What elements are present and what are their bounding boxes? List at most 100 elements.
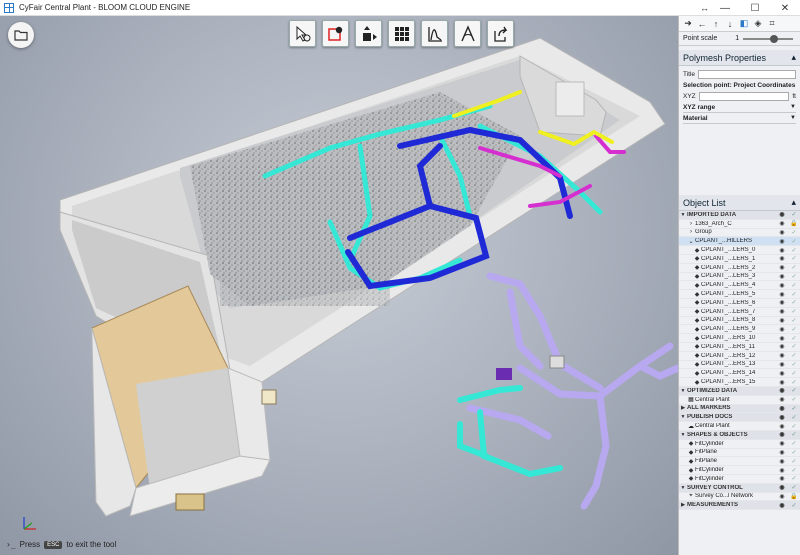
check-icon[interactable]: ✓: [788, 273, 800, 280]
visibility-eye-icon[interactable]: ◉: [776, 352, 788, 359]
check-icon[interactable]: ✓: [788, 502, 800, 509]
object-list-item[interactable]: ☁ Central Plant ◉ ✓: [679, 422, 800, 431]
visibility-eye-icon[interactable]: ◉: [776, 458, 788, 465]
visibility-eye-icon[interactable]: ◉: [776, 326, 788, 333]
visibility-eye-icon[interactable]: ◉: [776, 211, 788, 218]
visibility-eye-icon[interactable]: ◉: [776, 370, 788, 377]
visibility-eye-icon[interactable]: ◉: [776, 291, 788, 298]
object-list-item[interactable]: › Group ◉ ✓: [679, 229, 800, 238]
minimize-button[interactable]: —: [710, 0, 740, 16]
check-icon[interactable]: ✓: [788, 414, 800, 421]
check-icon[interactable]: ✓: [788, 247, 800, 254]
collapse-arrow-icon[interactable]: ▼: [679, 432, 687, 438]
xyz-range-row[interactable]: XYZ range ▼: [683, 102, 796, 113]
object-group-header[interactable]: ▼ SURVEY CONTROL ◉ ✓: [679, 483, 800, 493]
object-list-item[interactable]: ◆ FitCylinder ◉ ✓: [679, 466, 800, 475]
visibility-eye-icon[interactable]: ◉: [776, 484, 788, 491]
visibility-eye-icon[interactable]: ◉: [776, 335, 788, 342]
check-icon[interactable]: ✓: [788, 299, 800, 306]
crop-icon[interactable]: ⌗: [766, 18, 778, 30]
visibility-eye-icon[interactable]: ◉: [776, 414, 788, 421]
check-icon[interactable]: ✓: [788, 440, 800, 447]
visibility-eye-icon[interactable]: ◉: [776, 361, 788, 368]
visibility-eye-icon[interactable]: ◉: [776, 379, 788, 386]
move-tool-button[interactable]: [355, 20, 382, 47]
check-icon[interactable]: ✓: [788, 335, 800, 342]
xyz-field[interactable]: [698, 92, 790, 101]
select-tool-button[interactable]: [289, 20, 316, 47]
check-icon[interactable]: ✓: [788, 423, 800, 430]
check-icon[interactable]: ✓: [788, 370, 800, 377]
visibility-eye-icon[interactable]: ◉: [776, 255, 788, 262]
check-icon[interactable]: ✓: [788, 467, 800, 474]
object-list-item[interactable]: ◆ CPLANT_...ERS_13 ◉ ✓: [679, 361, 800, 370]
object-list-item[interactable]: ◆ FitCylinder ◉ ✓: [679, 475, 800, 484]
object-list-item[interactable]: ◆ CPLANT_...LERS_6 ◉ ✓: [679, 299, 800, 308]
check-icon[interactable]: ✓: [788, 361, 800, 368]
visibility-eye-icon[interactable]: ◉: [776, 467, 788, 474]
visibility-eye-icon[interactable]: ◉: [776, 264, 788, 271]
collapse-arrow-icon[interactable]: ▼: [679, 388, 687, 394]
visibility-eye-icon[interactable]: ◉: [776, 431, 788, 438]
maximize-button[interactable]: ☐: [740, 0, 770, 16]
visibility-eye-icon[interactable]: ◉: [776, 308, 788, 315]
point-scale-knob[interactable]: [770, 34, 779, 43]
chevron-icon[interactable]: ›: [687, 221, 695, 227]
visibility-eye-icon[interactable]: ◉: [776, 282, 788, 289]
visibility-eye-icon[interactable]: ◉: [776, 502, 788, 509]
object-group-header[interactable]: ▶ ALL MARKERS ◉ ✓: [679, 404, 800, 414]
visibility-eye-icon[interactable]: ◉: [776, 440, 788, 447]
object-list-item[interactable]: ⌄ CPLANT_...HILLERS ◉ ✓: [679, 237, 800, 247]
check-icon[interactable]: ✓: [788, 211, 800, 218]
open-folder-button[interactable]: [8, 22, 34, 48]
visibility-eye-icon[interactable]: ◉: [776, 273, 788, 280]
check-icon[interactable]: ✓: [788, 484, 800, 491]
object-list-item[interactable]: ▦ Central Plant ◉ ✓: [679, 396, 800, 405]
collapse-icon[interactable]: ▴: [791, 52, 796, 63]
object-list-item[interactable]: ◆ CPLANT_...ERS_12 ◉ ✓: [679, 352, 800, 361]
check-icon[interactable]: ✓: [788, 255, 800, 262]
lock-icon[interactable]: 🔒: [788, 220, 800, 227]
object-list-item[interactable]: ◆ CPLANT_...LERS_7 ◉ ✓: [679, 308, 800, 317]
down-icon[interactable]: ↓: [724, 18, 736, 30]
point-scale-slider[interactable]: [743, 34, 794, 43]
visibility-eye-icon[interactable]: ◉: [776, 238, 788, 245]
check-icon[interactable]: ✓: [788, 282, 800, 289]
expand-arrow-icon[interactable]: ▶: [679, 405, 687, 411]
measure-tool-button[interactable]: [454, 20, 481, 47]
expand-arrow-icon[interactable]: ▶: [679, 502, 687, 508]
object-list-item[interactable]: ⌖ Survey Co...l Network ◉ 🔒: [679, 493, 800, 502]
check-icon[interactable]: ✓: [788, 238, 800, 245]
check-icon[interactable]: ✓: [788, 387, 800, 394]
visibility-eye-icon[interactable]: ◉: [776, 423, 788, 430]
check-icon[interactable]: ✓: [788, 317, 800, 324]
object-group-header[interactable]: ▶ MEASUREMENTS ◉ ✓: [679, 501, 800, 511]
object-list-item[interactable]: ◆ CPLANT_...ERS_15 ◉ ✓: [679, 378, 800, 387]
3d-viewport[interactable]: ›_ Press ESC to exit the tool: [0, 16, 678, 555]
visibility-eye-icon[interactable]: ◉: [776, 229, 788, 236]
xyz-range-caret-icon[interactable]: ▼: [790, 104, 796, 110]
visibility-eye-icon[interactable]: ◉: [776, 449, 788, 456]
object-list-header[interactable]: Object List ▴: [679, 195, 800, 211]
share-tool-button[interactable]: [487, 20, 514, 47]
visibility-eye-icon[interactable]: ◉: [776, 405, 788, 412]
chevron-open-icon[interactable]: ⌄: [687, 238, 695, 245]
profile-tool-button[interactable]: [421, 20, 448, 47]
check-icon[interactable]: ✓: [788, 264, 800, 271]
object-list-item[interactable]: ◆ CPLANT_...LERS_4 ◉ ✓: [679, 281, 800, 291]
check-icon[interactable]: ✓: [788, 405, 800, 412]
cube-icon[interactable]: ◧: [738, 18, 750, 30]
object-group-header[interactable]: ▼ PUBLISH DOCS ◉ ✓: [679, 413, 800, 423]
material-caret-icon[interactable]: ▼: [790, 115, 796, 121]
object-group-header[interactable]: ▼ OPTIMIZED DATA ◉ ✓: [679, 386, 800, 396]
collapse-arrow-icon[interactable]: ▼: [679, 414, 687, 420]
up-icon[interactable]: ↑: [710, 18, 722, 30]
resize-arrows-icon[interactable]: ↔: [700, 3, 709, 13]
object-list-item[interactable]: ◆ CPLANT_...LERS_1 ◉ ✓: [679, 255, 800, 264]
check-icon[interactable]: ✓: [788, 291, 800, 298]
collapse-icon[interactable]: ▴: [791, 197, 796, 208]
material-row[interactable]: Material ▼: [683, 113, 796, 124]
object-list-item[interactable]: ◆ CPLANT_...LERS_2 ◉ ✓: [679, 264, 800, 273]
collapse-arrow-icon[interactable]: ▼: [679, 485, 687, 491]
visibility-eye-icon[interactable]: ◉: [776, 299, 788, 306]
